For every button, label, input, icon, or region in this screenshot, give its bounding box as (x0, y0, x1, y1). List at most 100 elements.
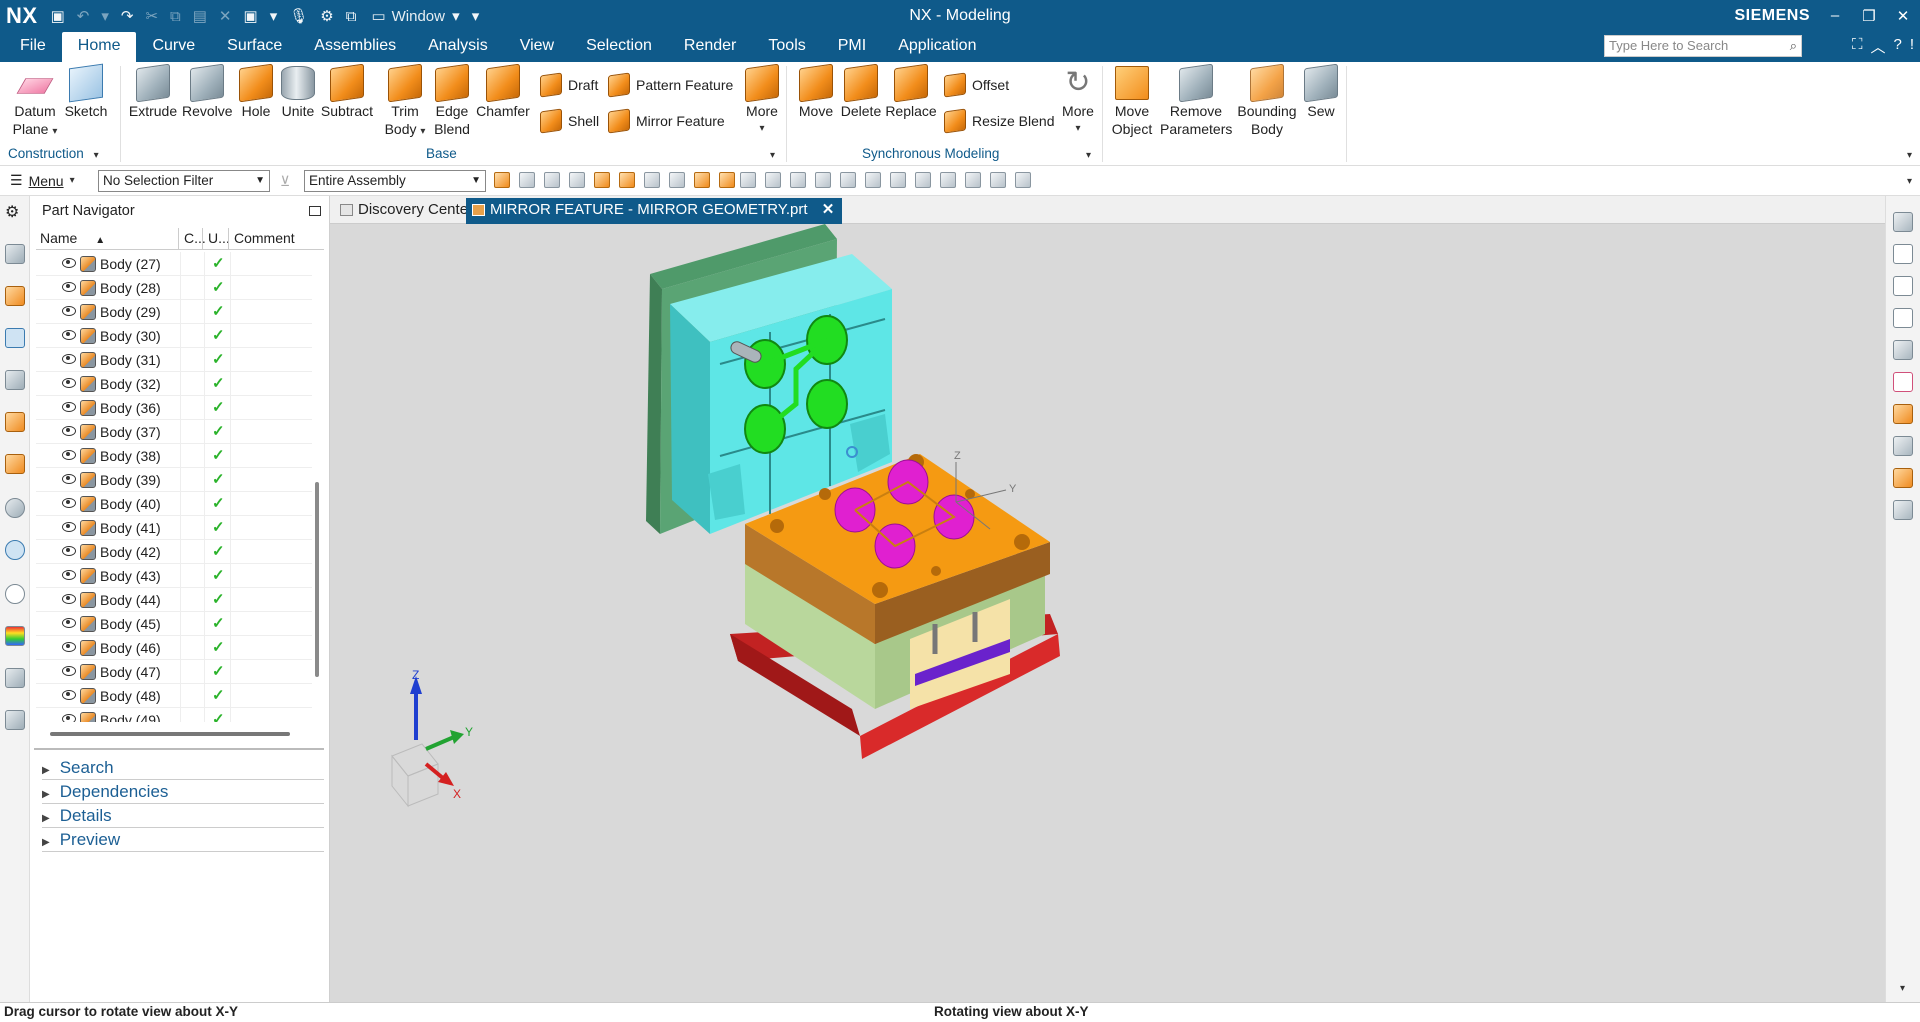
visibility-eye-icon[interactable] (62, 474, 76, 484)
selection-scope-select[interactable]: Entire Assembly ▼ (304, 170, 486, 192)
collapse-ribbon-icon[interactable]: ︿ (1870, 36, 1885, 57)
clip-icon[interactable] (965, 172, 981, 188)
hd3d-tools-icon[interactable] (5, 412, 25, 432)
tab-pmi[interactable]: PMI (822, 32, 882, 62)
panel-splitter[interactable] (34, 748, 324, 750)
maximize-panel-icon[interactable] (309, 206, 321, 216)
curve-rule-icon[interactable] (569, 172, 585, 188)
cut-icon[interactable]: ✂ (142, 7, 161, 25)
navigator-row[interactable]: Body (41) ✓ (36, 516, 312, 540)
navigator-row[interactable]: Body (42) ✓ (36, 540, 312, 564)
datum-plane-button[interactable]: Datum Plane ▾ (10, 66, 60, 141)
settings-gear-icon[interactable]: ⚙ (5, 202, 25, 222)
window-menu[interactable]: ▭ Window ▾ (365, 7, 462, 25)
rendering-style-icon[interactable] (865, 172, 881, 188)
sync-group-expand-icon[interactable]: ▾ (1086, 150, 1091, 161)
paste-icon[interactable]: ▤ (190, 7, 210, 25)
tab-surface[interactable]: Surface (211, 32, 298, 62)
internet-icon[interactable] (5, 540, 25, 560)
tab-analysis[interactable]: Analysis (412, 32, 504, 62)
tab-curve[interactable]: Curve (136, 32, 211, 62)
tab-file[interactable]: File (0, 32, 62, 62)
close-icon[interactable]: ✕ (1886, 7, 1920, 25)
visibility-eye-icon[interactable] (62, 714, 76, 722)
tab-application[interactable]: Application (882, 32, 992, 62)
minimize-icon[interactable]: – (1818, 7, 1852, 25)
restore-icon[interactable]: ❐ (1852, 7, 1886, 25)
edit-section-icon[interactable] (940, 172, 956, 188)
sew-button[interactable]: Sew (1302, 63, 1340, 120)
navigator-row[interactable]: Body (46) ✓ (36, 636, 312, 660)
navigator-row[interactable]: Body (43) ✓ (36, 564, 312, 588)
column-comment[interactable]: Comment (234, 230, 295, 246)
select-body-icon[interactable] (594, 172, 610, 188)
navigator-row[interactable]: Body (45) ✓ (36, 612, 312, 636)
select-face-icon[interactable] (644, 172, 660, 188)
section-details[interactable]: ▶ Details (42, 804, 324, 828)
column-divider[interactable] (228, 228, 229, 250)
visibility-eye-icon[interactable] (62, 450, 76, 460)
visibility-eye-icon[interactable] (62, 378, 76, 388)
visibility-eye-icon[interactable] (62, 522, 76, 532)
shaded-view-icon[interactable] (1893, 340, 1913, 360)
transform-icon[interactable] (1893, 468, 1913, 488)
ribbon-options-icon[interactable]: ▾ (1907, 150, 1912, 161)
section-search[interactable]: ▶ Search (42, 756, 324, 780)
graphics-window[interactable]: Discovery Center MIRROR FEATURE - MIRROR… (330, 196, 1885, 1002)
more-sync-button[interactable]: ↻ More ▾ (1056, 66, 1100, 138)
column-divider[interactable] (178, 228, 179, 250)
fit-icon[interactable] (740, 172, 756, 188)
move-object-button[interactable]: Move Object (1108, 66, 1156, 138)
remove-parameters-button[interactable]: Remove Parameters (1160, 63, 1232, 138)
visibility-eye-icon[interactable] (62, 282, 76, 292)
resize-blend-button[interactable]: Resize Blend (944, 108, 1055, 134)
visibility-eye-icon[interactable] (62, 426, 76, 436)
palette-icon[interactable] (5, 626, 25, 646)
save-all-icon[interactable]: ▣ (241, 7, 261, 25)
navigator-vertical-scrollbar[interactable] (312, 252, 322, 722)
scrollbar-thumb[interactable] (315, 482, 319, 677)
wcs-icon[interactable] (1893, 372, 1913, 392)
filter-icon[interactable]: ⊻ (280, 173, 290, 190)
redo-icon[interactable]: ↷ (118, 7, 137, 25)
command-search-input[interactable]: Type Here to Search ⌕ (1604, 35, 1802, 57)
trim-body-button[interactable]: Trim Body ▾ (382, 63, 428, 141)
chamfer-button[interactable]: Chamfer (476, 63, 530, 120)
tab-selection[interactable]: Selection (570, 32, 668, 62)
tab-assemblies[interactable]: Assemblies (298, 32, 412, 62)
tab-view[interactable]: View (504, 32, 570, 62)
move-face-button[interactable]: Move (794, 63, 838, 120)
selection-filter-select[interactable]: No Selection Filter ▼ (98, 170, 270, 192)
navigator-row[interactable]: Body (29) ✓ (36, 300, 312, 324)
navigator-row[interactable]: Body (27) ✓ (36, 252, 312, 276)
close-tab-icon[interactable]: ✕ (822, 201, 835, 218)
navigator-row[interactable]: Body (47) ✓ (36, 660, 312, 684)
select-solid-icon[interactable] (694, 172, 710, 188)
more-base-button[interactable]: More ▾ (740, 63, 784, 138)
navigator-row[interactable]: Body (49) ✓ (36, 708, 312, 722)
delete-icon[interactable]: ✕ (216, 7, 235, 25)
navigator-horizontal-scrollbar[interactable] (50, 732, 290, 736)
reuse-library-icon[interactable] (5, 370, 25, 390)
toolbar-options-icon[interactable]: ▾ (1907, 176, 1912, 187)
zoom-icon[interactable] (765, 172, 781, 188)
customize-qa-icon[interactable]: ▾ (469, 7, 483, 25)
measure-distance-icon[interactable] (1893, 276, 1913, 296)
visibility-eye-icon[interactable] (62, 354, 76, 364)
column-name[interactable]: Name ▲ (40, 230, 105, 246)
tab-discovery-center[interactable]: Discovery Center (334, 198, 481, 224)
part-navigator-icon[interactable] (5, 328, 25, 348)
column-divider[interactable] (202, 228, 203, 250)
history-clock-icon[interactable] (5, 584, 25, 604)
assembly-navigator-icon[interactable] (5, 244, 25, 264)
visibility-eye-icon[interactable] (62, 546, 76, 556)
mirror-feature-button[interactable]: Mirror Feature (608, 108, 725, 134)
mirror-cavity-4[interactable] (806, 379, 848, 429)
sketch-button[interactable]: Sketch (62, 63, 110, 120)
section-view-icon[interactable] (1893, 212, 1913, 232)
navigator-row[interactable]: Body (44) ✓ (36, 588, 312, 612)
visibility-eye-icon[interactable] (62, 642, 76, 652)
navigator-row[interactable]: Body (48) ✓ (36, 684, 312, 708)
hole-button[interactable]: Hole (236, 63, 276, 120)
model-viewport[interactable]: Z Y Z Y X (330, 224, 1885, 1002)
